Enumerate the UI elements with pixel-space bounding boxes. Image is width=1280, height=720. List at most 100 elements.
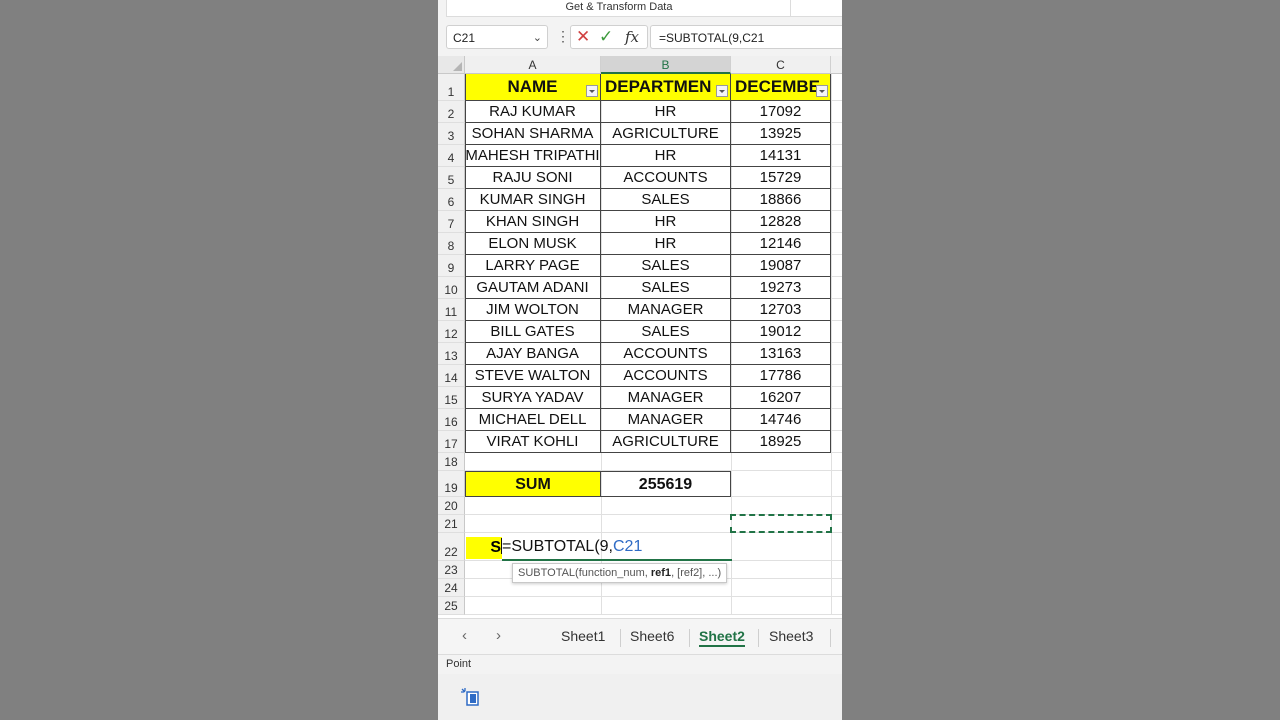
table-cell[interactable]: 15729	[731, 167, 831, 189]
table-cell[interactable]: HR	[601, 101, 731, 123]
row-header-23[interactable]: 23	[438, 561, 465, 579]
row-header-3[interactable]: 3	[438, 123, 465, 145]
column-header-next[interactable]	[831, 56, 842, 74]
table-cell[interactable]: 14131	[731, 145, 831, 167]
table-cell[interactable]: 12828	[731, 211, 831, 233]
table-cell[interactable]: AGRICULTURE	[601, 431, 731, 453]
filter-dropdown-icon[interactable]	[586, 85, 598, 97]
row-header-16[interactable]: 16	[438, 409, 465, 431]
insert-function-icon[interactable]: fx	[625, 28, 639, 46]
row-header-10[interactable]: 10	[438, 277, 465, 299]
table-cell[interactable]: 18925	[731, 431, 831, 453]
table-cell[interactable]: RAJ KUMAR	[465, 101, 601, 123]
table-cell[interactable]: AGRICULTURE	[601, 123, 731, 145]
table-cell[interactable]: SALES	[601, 189, 731, 211]
table-cell[interactable]: 14746	[731, 409, 831, 431]
row-header-5[interactable]: 5	[438, 167, 465, 189]
table-cell[interactable]: ACCOUNTS	[601, 167, 731, 189]
table-cell[interactable]: MANAGER	[601, 299, 731, 321]
table-cell[interactable]: 12703	[731, 299, 831, 321]
tab-sheet3[interactable]: Sheet3	[769, 628, 813, 644]
table-cell[interactable]: SOHAN SHARMA	[465, 123, 601, 145]
row-header-8[interactable]: 8	[438, 233, 465, 255]
table-cell[interactable]: KHAN SINGH	[465, 211, 601, 233]
ribbon-group-next[interactable]	[790, 0, 842, 17]
filter-dropdown-icon[interactable]	[816, 85, 828, 97]
name-box[interactable]: C21 ⌄	[446, 25, 548, 49]
row-header-18[interactable]: 18	[438, 453, 465, 471]
table-cell[interactable]: 13163	[731, 343, 831, 365]
table-cell[interactable]: HR	[601, 233, 731, 255]
table-header-cell[interactable]: DEPARTMEN	[601, 74, 731, 101]
row-header-20[interactable]: 20	[438, 497, 465, 515]
table-cell[interactable]: KUMAR SINGH	[465, 189, 601, 211]
table-header-cell[interactable]: NAME	[465, 74, 601, 101]
row-header-11[interactable]: 11	[438, 299, 465, 321]
row-header-25[interactable]: 25	[438, 597, 465, 615]
table-cell[interactable]: MANAGER	[601, 409, 731, 431]
table-cell[interactable]: 19273	[731, 277, 831, 299]
edit-cell-label-a22[interactable]: S	[466, 537, 502, 559]
spreadsheet-grid[interactable]: A B C 1 2 3 4 5 6 7 8 9 10 11 12 13 14 15 16 17 18 19 20 21 22 23…	[438, 56, 842, 618]
column-header-a[interactable]: A	[465, 56, 601, 74]
column-header-b[interactable]: B	[601, 56, 731, 74]
table-cell[interactable]: GAUTAM ADANI	[465, 277, 601, 299]
more-options-icon[interactable]: ⋮	[556, 29, 570, 43]
table-cell[interactable]: LARRY PAGE	[465, 255, 601, 277]
row-header-17[interactable]: 17	[438, 431, 465, 453]
row-header-13[interactable]: 13	[438, 343, 465, 365]
table-cell[interactable]: 17092	[731, 101, 831, 123]
row-header-4[interactable]: 4	[438, 145, 465, 167]
table-cell[interactable]: 18866	[731, 189, 831, 211]
row-header-12[interactable]: 12	[438, 321, 465, 343]
row-header-19[interactable]: 19	[438, 471, 465, 497]
table-cell[interactable]: RAJU SONI	[465, 167, 601, 189]
function-tooltip[interactable]: SUBTOTAL(function_num, ref1, [ref2], ...…	[512, 563, 728, 583]
ribbon-group-get-transform[interactable]: Get & Transform Data	[446, 0, 792, 17]
row-header-24[interactable]: 24	[438, 579, 465, 597]
table-cell[interactable]: MICHAEL DELL	[465, 409, 601, 431]
row-header-1[interactable]: 1	[438, 74, 465, 101]
tab-sheet1[interactable]: Sheet1	[561, 628, 605, 644]
sum-label-cell[interactable]: SUM	[465, 471, 601, 497]
table-cell[interactable]: SALES	[601, 255, 731, 277]
chevron-right-icon[interactable]: ›	[496, 627, 501, 644]
row-header-15[interactable]: 15	[438, 387, 465, 409]
table-cell[interactable]: AJAY BANGA	[465, 343, 601, 365]
table-cell[interactable]: ELON MUSK	[465, 233, 601, 255]
row-header-7[interactable]: 7	[438, 211, 465, 233]
table-cell[interactable]: SALES	[601, 277, 731, 299]
row-header-21[interactable]: 21	[438, 515, 465, 533]
tab-sheet6[interactable]: Sheet6	[630, 628, 674, 644]
table-cell[interactable]: 13925	[731, 123, 831, 145]
table-cell[interactable]: BILL GATES	[465, 321, 601, 343]
select-all-corner[interactable]	[438, 56, 465, 74]
table-cell[interactable]: ACCOUNTS	[601, 365, 731, 387]
table-header-cell[interactable]: DECEMBE	[731, 74, 831, 101]
table-cell[interactable]: 19012	[731, 321, 831, 343]
column-header-c[interactable]: C	[731, 56, 831, 74]
table-cell[interactable]: ACCOUNTS	[601, 343, 731, 365]
sum-value-cell[interactable]: 255619	[601, 471, 731, 497]
table-cell[interactable]: SURYA YADAV	[465, 387, 601, 409]
accessibility-icon[interactable]	[460, 687, 480, 707]
row-header-6[interactable]: 6	[438, 189, 465, 211]
table-cell[interactable]: MAHESH TRIPATHI	[465, 145, 601, 167]
table-cell[interactable]: VIRAT KOHLI	[465, 431, 601, 453]
row-header-14[interactable]: 14	[438, 365, 465, 387]
table-cell[interactable]: STEVE WALTON	[465, 365, 601, 387]
table-cell[interactable]: 17786	[731, 365, 831, 387]
row-header-9[interactable]: 9	[438, 255, 465, 277]
chevron-left-icon[interactable]: ‹	[462, 627, 467, 644]
table-cell[interactable]: JIM WOLTON	[465, 299, 601, 321]
row-header-2[interactable]: 2	[438, 101, 465, 123]
table-cell[interactable]: HR	[601, 211, 731, 233]
table-cell[interactable]: 12146	[731, 233, 831, 255]
table-cell[interactable]: 19087	[731, 255, 831, 277]
formula-input[interactable]: =SUBTOTAL(9,C21	[650, 25, 842, 49]
tab-sheet2[interactable]: Sheet2	[699, 628, 745, 647]
check-icon[interactable]: ✓	[599, 28, 613, 46]
row-header-22[interactable]: 22	[438, 533, 465, 561]
filter-dropdown-icon[interactable]	[716, 85, 728, 97]
cancel-icon[interactable]: ✕	[576, 28, 590, 46]
